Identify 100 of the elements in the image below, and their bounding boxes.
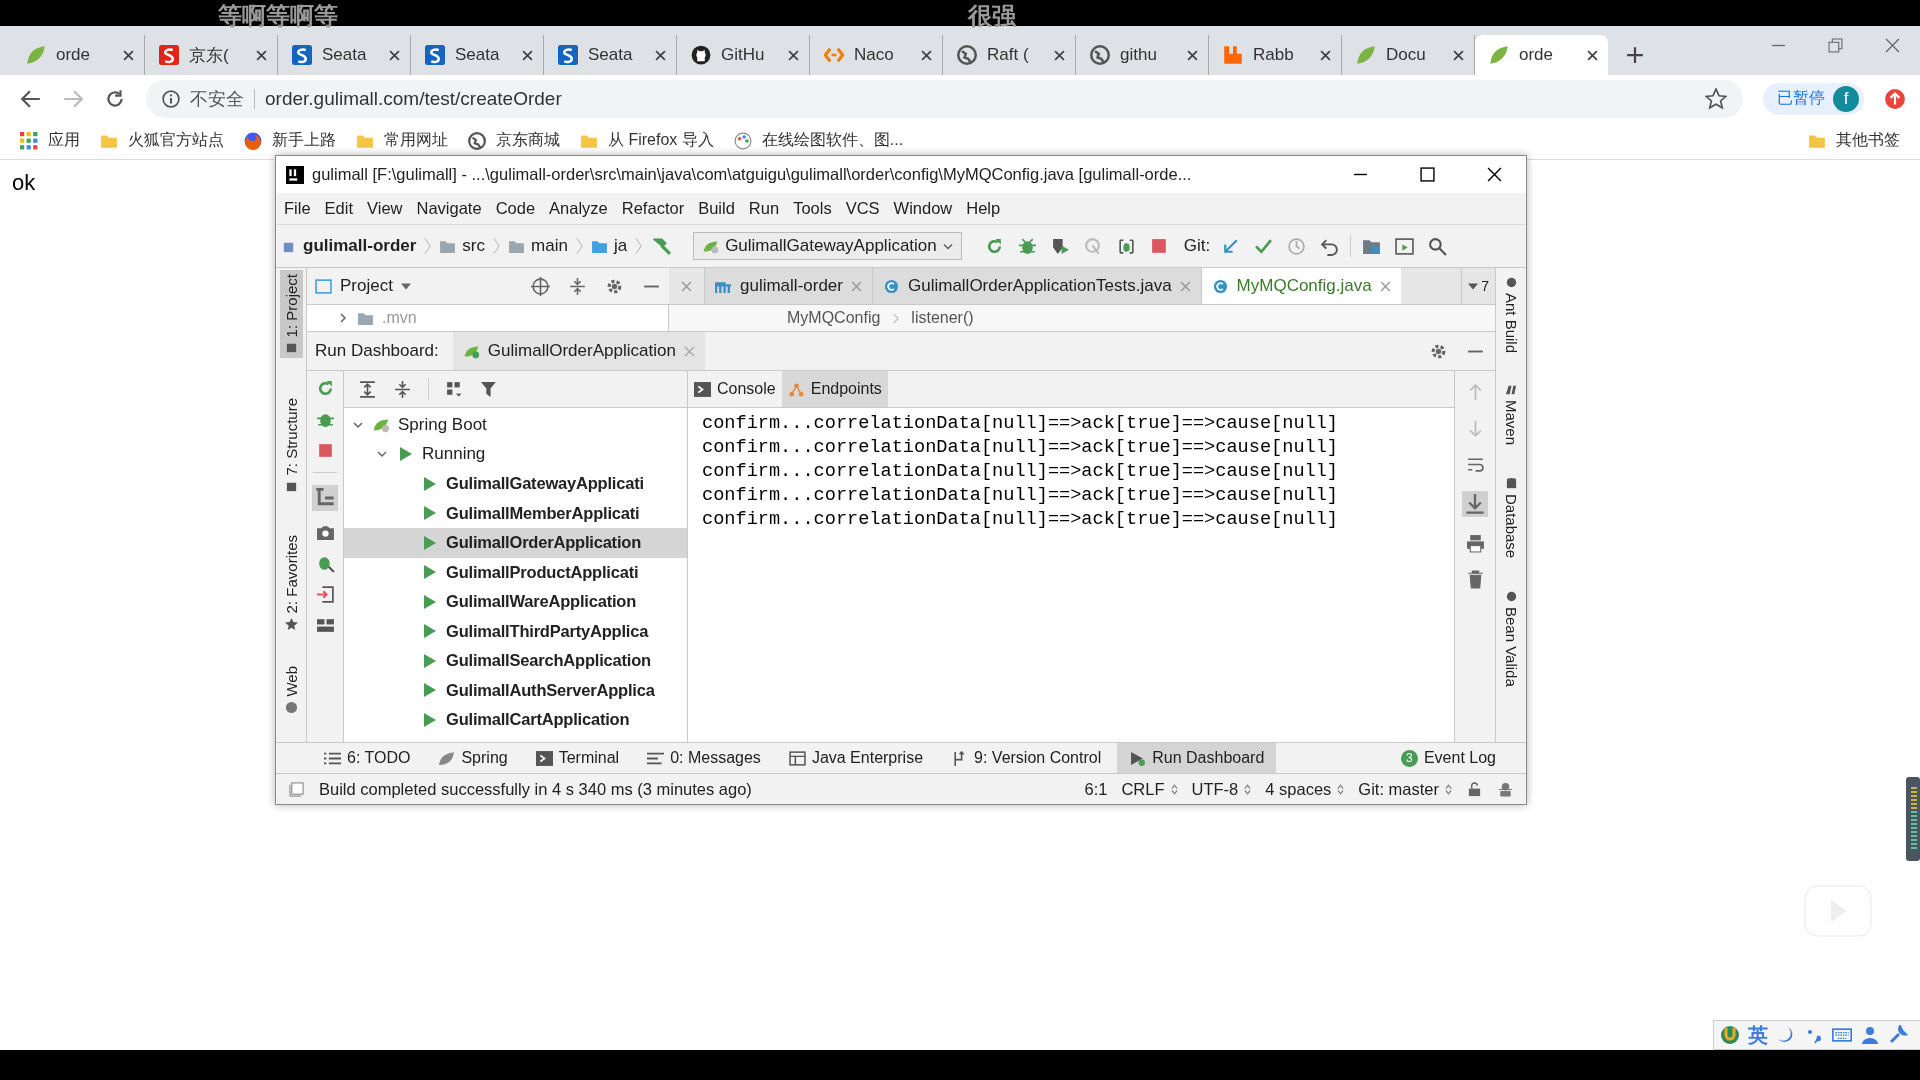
chevron-right-icon[interactable] [337,312,349,324]
lock-icon[interactable] [1466,781,1483,797]
browser-tab[interactable]: 京东( [145,35,278,75]
trash-icon[interactable] [1465,570,1485,589]
update-icon[interactable] [1884,87,1906,110]
browser-tab[interactable]: GitHu [677,35,810,75]
tool-window-button[interactable]: Web [279,662,303,718]
tool-window-button[interactable]: Bean Valida [1499,586,1523,692]
close-icon[interactable] [522,49,533,61]
tool-window-tab[interactable]: 6: TODO [312,743,423,773]
collapse-icon[interactable] [568,276,587,296]
menu-item[interactable]: Navigate [416,199,482,218]
close-icon[interactable] [1187,49,1198,61]
menu-item[interactable]: Tools [793,199,832,218]
browser-tab[interactable]: Rabb [1209,35,1342,75]
camera-icon[interactable] [315,523,335,542]
menu-item[interactable]: Analyze [549,199,608,218]
project-view-dropdown[interactable]: Project [315,276,411,296]
breadcrumb[interactable]: main [508,236,568,256]
menu-item[interactable]: VCS [845,199,880,218]
close-icon[interactable] [123,49,134,61]
tree-row[interactable]: GulimallOrderApplication [344,528,687,558]
menu-item[interactable]: Run [748,199,780,218]
close-icon[interactable] [256,49,267,61]
inspector-icon[interactable] [1497,781,1514,797]
attach-icon[interactable] [1116,236,1136,256]
expand-all-icon[interactable] [358,379,377,399]
tree-row[interactable]: GulimallWareApplication [344,587,687,617]
collapse-all-icon[interactable] [393,379,412,399]
bookmark[interactable]: 其他书签 [1808,130,1900,151]
horseshoe-icon[interactable] [1720,1025,1740,1045]
wrench-icon[interactable] [1888,1025,1908,1045]
star-icon[interactable] [1705,87,1727,110]
tool-window-button[interactable]: 2: Favorites [279,530,303,635]
tree-row[interactable]: GulimallProductApplicati [344,557,687,587]
menu-item[interactable]: File [284,199,311,218]
breadcrumb[interactable]: listener() [911,309,974,327]
tree-row[interactable]: GulimallGatewayApplicati [344,469,687,499]
tool-window-tab[interactable]: Java Enterprise [776,743,936,773]
window-icon[interactable] [1395,236,1415,256]
address-field[interactable]: 不安全 order.gulimall.com/test/createOrder [146,79,1743,118]
browser-tab[interactable]: Seata [544,35,677,75]
breadcrumb[interactable]: ja [590,236,628,256]
close-icon[interactable] [1320,49,1331,61]
plus-icon[interactable] [1626,46,1644,64]
filter-icon[interactable] [480,379,499,399]
close-icon[interactable] [1487,167,1502,182]
console-tab[interactable]: Endpoints [781,371,888,407]
input-mode[interactable]: 英 [1748,1021,1768,1049]
browser-tab[interactable]: Seata [278,35,411,75]
menu-item[interactable]: Help [966,199,1001,218]
bookmark[interactable]: 京东商城 [468,130,560,151]
tool-window-button[interactable]: 1: Project [279,270,303,359]
print-icon[interactable] [1465,534,1485,553]
bookmark[interactable]: 从 Firefox 导入 [580,130,714,151]
tool-window-button[interactable]: 7: Structure [279,394,303,497]
bookmark[interactable]: 在线绘图软件、图... [733,130,904,151]
exit-icon[interactable] [315,585,335,604]
profile-button[interactable]: 已暂停 f [1763,82,1864,115]
tree-row[interactable]: GulimallAuthServerApplica [344,675,687,705]
close-icon[interactable] [1054,49,1065,61]
search-icon[interactable] [1428,236,1448,256]
grid-icon[interactable] [445,379,464,399]
shield-play-icon[interactable] [1050,236,1070,256]
bookmark[interactable]: 应用 [20,130,80,151]
browser-tab[interactable]: Raft ( [943,35,1076,75]
tree-row[interactable]: GulimallThirdPartyApplica [344,616,687,646]
crosshair-icon[interactable] [531,276,550,296]
group-icon[interactable] [312,485,338,511]
breadcrumb[interactable]: src [439,236,486,256]
tree-row[interactable]: GulimallSearchApplication [344,646,687,676]
status-widget[interactable]: UTF-8 [1191,779,1252,799]
menu-item[interactable]: Refactor [621,199,685,218]
browser-tab[interactable]: orde [12,35,145,75]
scroll-to-end-icon[interactable] [1462,491,1488,517]
stop-icon[interactable] [1149,236,1169,256]
tree-row[interactable]: Spring Boot [344,410,687,440]
tool-window-tab[interactable]: 0: Messages [635,743,773,773]
browser-tab[interactable]: githu [1076,35,1209,75]
restore-icon[interactable] [1828,38,1843,53]
status-widget[interactable]: 4 spaces [1265,779,1345,799]
tool-window-button[interactable]: Database [1499,473,1523,563]
menu-item[interactable]: Build [698,199,735,218]
caret-position[interactable]: 6:1 [1084,779,1108,799]
close-icon[interactable] [389,49,400,61]
tool-window-tab[interactable]: Run Dashboard [1117,743,1277,773]
menu-item[interactable]: Window [893,199,953,218]
close-icon[interactable] [788,49,799,61]
close-icon[interactable] [655,49,666,61]
keyboard-icon[interactable] [1832,1025,1852,1045]
window-icon[interactable] [288,781,305,797]
layout-icon[interactable] [315,616,335,635]
wrap-icon[interactable] [1465,455,1485,474]
run-tab[interactable]: GulimallOrderApplication [452,332,705,370]
tree-row[interactable]: Running [344,439,687,469]
status-widget[interactable]: CRLF [1121,779,1178,799]
menu-item[interactable]: Edit [324,199,354,218]
editor-tab[interactable]: MyMQConfig.java [1200,268,1401,304]
tool-window-button[interactable]: Maven [1499,379,1523,450]
tool-window-tab[interactable]: Terminal [523,743,632,773]
